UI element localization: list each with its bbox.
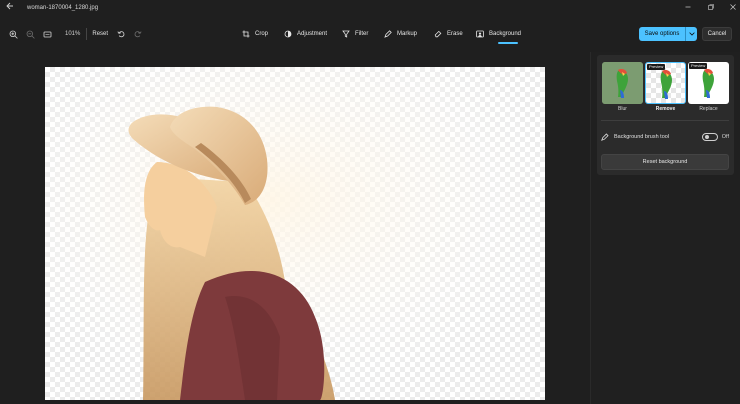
tool-label: Crop: [255, 31, 269, 37]
crop-icon: [241, 29, 251, 39]
tool-crop[interactable]: Crop: [241, 27, 268, 41]
option-remove[interactable]: Preview: [645, 62, 686, 104]
redo-button[interactable]: [131, 27, 145, 41]
tool-adjustment[interactable]: Adjustment: [283, 27, 327, 41]
chevron-down-icon: [688, 32, 695, 36]
toggle-knob: [704, 135, 709, 139]
save-options-label[interactable]: Save options: [639, 27, 685, 41]
tool-label: Filter: [355, 31, 369, 37]
option-label: Replace: [699, 106, 718, 112]
zoom-in-button[interactable]: [6, 27, 20, 41]
brush-toggle[interactable]: [701, 133, 718, 141]
maximize-button[interactable]: [706, 3, 716, 13]
tool-erase[interactable]: Erase: [433, 27, 463, 41]
zoom-controls: 101% Reset: [6, 24, 148, 44]
selected-tool-indicator: [498, 42, 518, 44]
back-arrow-icon: [6, 2, 13, 10]
save-options-button[interactable]: Save options: [639, 27, 697, 41]
preview-badge: Preview: [647, 64, 666, 70]
tool-background[interactable]: Background: [475, 27, 521, 41]
brush-toggle-state: Off: [721, 134, 729, 140]
close-button[interactable]: [728, 3, 738, 13]
fit-to-window-button[interactable]: [40, 27, 54, 41]
minimize-icon: [685, 6, 691, 8]
undo-icon: [117, 31, 125, 38]
tool-label: Background: [489, 31, 522, 37]
tool-label: Erase: [447, 31, 463, 37]
option-replace[interactable]: Preview: [688, 62, 729, 104]
background-brush-row: Background brush tool Off: [601, 131, 729, 143]
save-options-dropdown[interactable]: [685, 27, 697, 41]
restore-icon: [708, 4, 714, 10]
minimize-button[interactable]: [683, 3, 693, 13]
back-button[interactable]: [4, 2, 16, 14]
fit-window-icon: [43, 31, 51, 37]
tool-markup[interactable]: Markup: [383, 27, 417, 41]
title-bar: woman-1870004_1280.jpg: [0, 0, 740, 18]
reset-button[interactable]: Reset: [92, 31, 108, 37]
tool-filter[interactable]: Filter: [341, 27, 368, 41]
preview-badge: Preview: [689, 63, 708, 69]
redo-icon: [134, 31, 142, 38]
image-canvas[interactable]: [45, 67, 545, 400]
zoom-divider: [86, 28, 88, 40]
zoom-out-button[interactable]: [23, 27, 37, 41]
close-icon: [730, 4, 736, 10]
file-name: woman-1870004_1280.jpg: [27, 5, 99, 11]
markup-icon: [383, 29, 393, 39]
option-label: Remove: [655, 106, 676, 112]
background-icon: [475, 29, 485, 39]
woman-photo: [45, 67, 545, 400]
zoom-in-icon: [9, 30, 18, 39]
erase-icon: [433, 29, 443, 39]
adjustment-icon: [283, 29, 293, 39]
tool-label: Adjustment: [297, 31, 328, 37]
option-blur[interactable]: [602, 62, 643, 104]
brush-tool-label: Background brush tool: [614, 134, 670, 140]
cancel-button[interactable]: Cancel: [702, 27, 732, 41]
tool-label: Markup: [397, 31, 418, 37]
parrot-thumbnail: [602, 62, 643, 104]
filter-icon: [341, 29, 351, 39]
zoom-level[interactable]: 101%: [65, 31, 80, 37]
zoom-out-icon: [26, 30, 35, 39]
undo-button[interactable]: [114, 27, 128, 41]
panel-divider: [601, 120, 729, 121]
brush-icon: [601, 133, 609, 141]
option-label: Blur: [618, 106, 627, 112]
reset-background-button[interactable]: Reset background: [601, 154, 729, 170]
